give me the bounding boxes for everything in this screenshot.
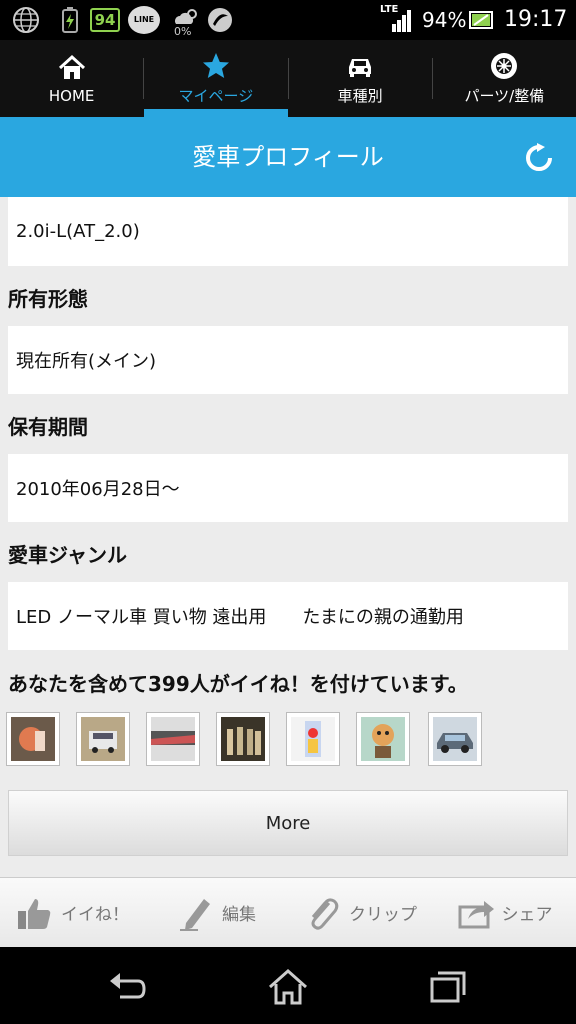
car-icon xyxy=(349,59,372,77)
edit-label: 編集 xyxy=(222,905,256,925)
page-title: 愛車プロフィール xyxy=(192,143,384,171)
tab-car-models-label: 車種別 xyxy=(337,87,383,105)
signal-icon xyxy=(392,10,411,32)
battery-icon xyxy=(469,11,493,29)
liker-avatar[interactable] xyxy=(6,712,60,766)
avatar-photo xyxy=(361,717,405,761)
liker-avatar[interactable] xyxy=(356,712,410,766)
thumbs-up-icon xyxy=(18,898,51,929)
main-nav: HOME マイページ 車種別 パーツ/整備 xyxy=(0,40,576,117)
share-icon xyxy=(458,900,494,928)
app-icon xyxy=(208,8,232,32)
paperclip-icon xyxy=(311,897,339,930)
avatar-photo xyxy=(291,717,335,761)
period-value: 2010年06月28日～ xyxy=(16,479,180,500)
avatar-photo xyxy=(221,717,265,761)
action-bar: イイね！ 編集 クリップ シェア xyxy=(0,877,576,947)
more-button[interactable]: More xyxy=(8,790,568,856)
clip-label: クリップ xyxy=(349,905,417,925)
status-bar: 94 LINE 0% LTE 94% 19:17 xyxy=(0,0,576,40)
line-app-icon: LINE xyxy=(128,6,160,34)
like-label: イイね！ xyxy=(61,905,129,925)
clip-button[interactable]: クリップ xyxy=(288,878,432,947)
tab-mypage[interactable]: マイページ xyxy=(144,40,288,117)
tab-home[interactable]: HOME xyxy=(0,40,143,117)
period-card: 2010年06月28日～ xyxy=(8,454,568,522)
title-bar: 愛車プロフィール xyxy=(0,117,576,197)
period-label: 保有期間 xyxy=(8,415,88,439)
share-label: シェア xyxy=(501,905,553,925)
profile-content[interactable]: 2.0i-L(AT_2.0) 所有形態 現在所有(メイン) 保有期間 2010年… xyxy=(0,197,576,877)
notification-badge: 94 xyxy=(90,8,120,32)
wheel-icon xyxy=(491,53,518,79)
liker-avatar[interactable] xyxy=(76,712,130,766)
tab-car-models[interactable]: 車種別 xyxy=(289,40,432,117)
ownership-card: 現在所有(メイン) xyxy=(8,326,568,394)
liker-avatar[interactable] xyxy=(216,712,270,766)
battery-percent: 94% xyxy=(422,8,467,32)
home-icon xyxy=(58,54,85,79)
edit-button[interactable]: 編集 xyxy=(144,878,288,947)
liker-avatar[interactable] xyxy=(428,712,482,766)
tab-parts[interactable]: パーツ/整備 xyxy=(433,40,576,117)
liker-avatar[interactable] xyxy=(286,712,340,766)
avatar-photo xyxy=(433,717,477,761)
avatar-photo xyxy=(151,717,195,761)
star-icon xyxy=(202,53,229,78)
grade-value: 2.0i-L(AT_2.0) xyxy=(16,221,140,242)
tab-home-label: HOME xyxy=(48,86,95,105)
ownership-value: 現在所有(メイン) xyxy=(16,351,157,372)
recent-apps-icon[interactable] xyxy=(426,967,470,1007)
home-nav-icon[interactable] xyxy=(266,967,310,1007)
share-button[interactable]: シェア xyxy=(432,878,576,947)
avatar-photo xyxy=(81,717,125,761)
grade-card: 2.0i-L(AT_2.0) xyxy=(8,197,568,266)
tab-mypage-label: マイページ xyxy=(178,87,254,105)
genre-value: LED ノーマル車 買い物 遠出用 たまにの親の通勤用 xyxy=(16,607,464,628)
liker-avatar[interactable] xyxy=(146,712,200,766)
charging-icon xyxy=(62,7,78,33)
back-icon[interactable] xyxy=(106,967,150,1007)
globe-icon xyxy=(13,7,39,33)
system-nav-bar xyxy=(0,947,576,1024)
avatar-photo xyxy=(11,717,55,761)
genre-label: 愛車ジャンル xyxy=(8,543,127,567)
ownership-label: 所有形態 xyxy=(8,287,88,311)
refresh-icon[interactable] xyxy=(524,143,554,173)
genre-card: LED ノーマル車 買い物 遠出用 たまにの親の通勤用 xyxy=(8,582,568,650)
like-button[interactable]: イイね！ xyxy=(0,878,144,947)
tab-parts-label: パーツ/整備 xyxy=(464,87,545,105)
likes-summary: あなたを含めて399人がイイね！を付けています。 xyxy=(8,672,468,696)
pen-icon xyxy=(180,898,210,931)
clock: 19:17 xyxy=(504,7,568,32)
